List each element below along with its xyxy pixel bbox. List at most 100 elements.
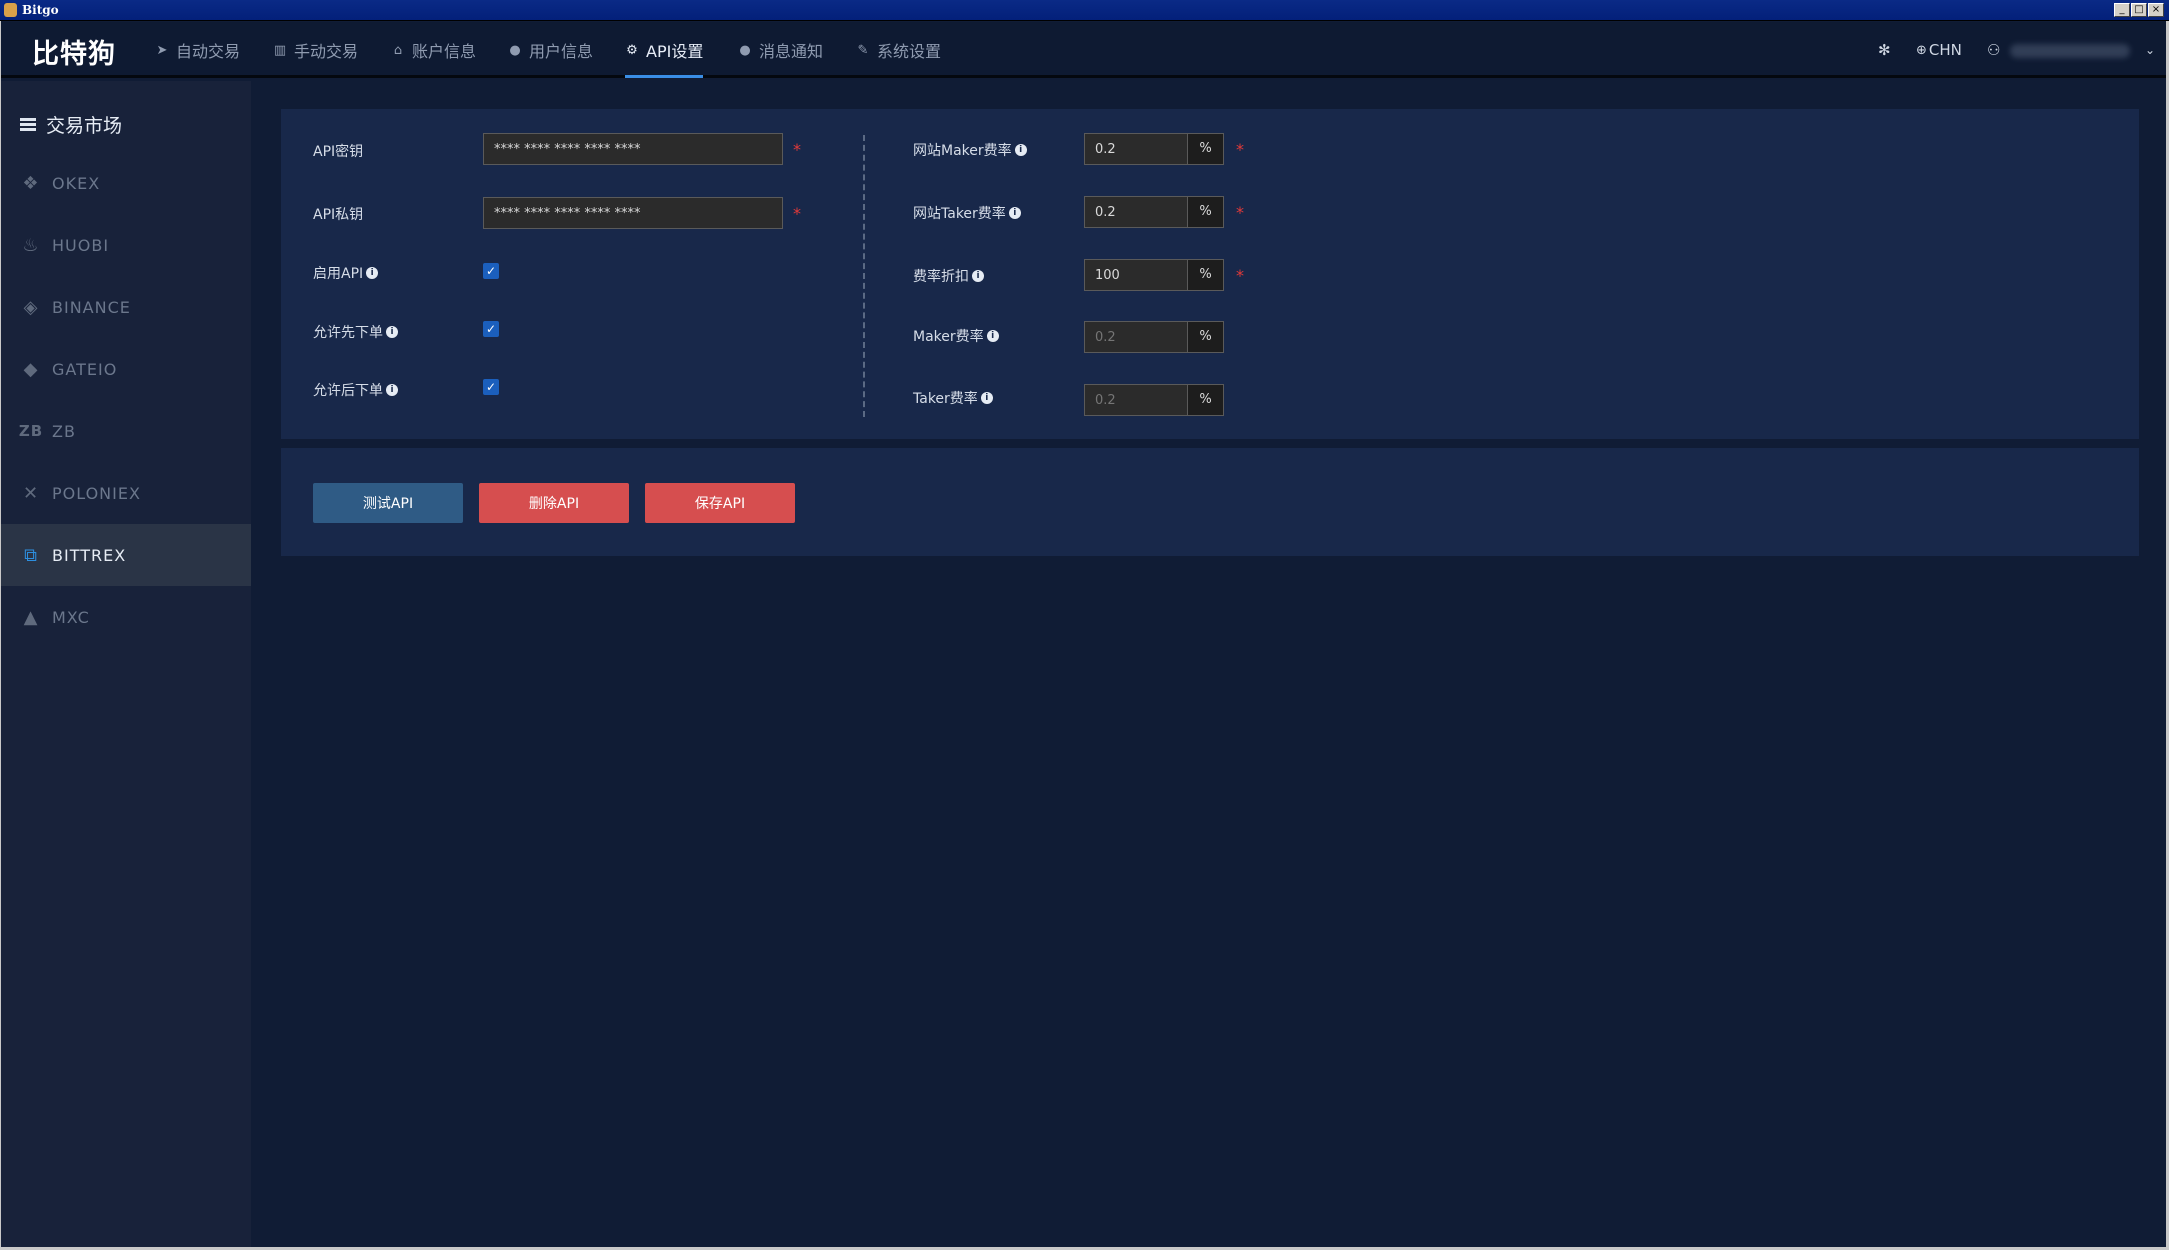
info-icon[interactable]: i xyxy=(972,270,984,282)
percent-addon: % xyxy=(1187,133,1224,165)
sidebar-title: 交易市场 xyxy=(46,115,123,137)
info-icon[interactable]: i xyxy=(986,330,999,342)
binance-icon: ◈ xyxy=(23,296,39,318)
allow-first-order-checkbox[interactable]: ✓ xyxy=(483,321,499,337)
chevron-down-icon: ⌄ xyxy=(2145,43,2156,57)
zb-icon: ZB xyxy=(18,422,44,440)
gear-icon: ✻ xyxy=(1878,41,1891,59)
required-mark: * xyxy=(1236,266,1244,285)
bittrex-icon: ⧉ xyxy=(24,544,38,566)
language-switch[interactable]: ⊕ CHN xyxy=(1916,22,1962,78)
nav-label: 系统设置 xyxy=(877,42,942,61)
sidebar-item-poloniex[interactable]: ✕ POLONIEX xyxy=(0,462,251,524)
sidebar-item-huobi[interactable]: ♨ HUOBI xyxy=(0,214,251,276)
nav-label: 自动交易 xyxy=(176,42,241,61)
user-icon: ● xyxy=(509,42,521,58)
panel-divider xyxy=(863,135,865,417)
settings-button[interactable]: ✻ xyxy=(1878,22,1891,78)
sidebar-item-mxc[interactable]: ▲ MXC xyxy=(0,586,251,648)
info-icon[interactable]: i xyxy=(980,392,993,404)
nav-auto-trade[interactable]: ➤ 自动交易 xyxy=(155,22,240,78)
account-dropdown[interactable]: ⌄ xyxy=(2145,22,2155,78)
site-maker-fee-input[interactable] xyxy=(1084,133,1188,165)
gears-icon: ⚙ xyxy=(626,42,638,58)
minimize-button[interactable]: _ xyxy=(2114,3,2130,17)
nav-label: 用户信息 xyxy=(529,42,594,61)
poloniex-icon: ✕ xyxy=(22,482,40,504)
percent-addon: % xyxy=(1187,259,1224,291)
nav-system-settings[interactable]: ✎ 系统设置 xyxy=(856,22,941,78)
sidebar-item-label: MXC xyxy=(52,607,90,627)
save-api-button[interactable]: 保存API xyxy=(645,483,795,523)
nav-label: 账户信息 xyxy=(412,42,477,61)
nav-label: 手动交易 xyxy=(294,42,359,61)
close-button[interactable]: × xyxy=(2148,3,2164,17)
mxc-icon: ▲ xyxy=(23,606,39,628)
sidebar-item-gateio[interactable]: ◆ GATEIO xyxy=(0,338,251,400)
required-mark: * xyxy=(793,204,801,223)
info-icon[interactable]: i xyxy=(366,267,379,279)
sidebar-item-label: BITTREX xyxy=(52,545,127,565)
site-taker-fee-input[interactable] xyxy=(1084,196,1188,228)
sidebar-item-binance[interactable]: ◈ BINANCE xyxy=(0,276,251,338)
maximize-button[interactable]: □ xyxy=(2131,3,2147,17)
info-icon[interactable]: i xyxy=(1014,144,1027,156)
percent-addon: % xyxy=(1187,321,1224,353)
info-icon[interactable]: i xyxy=(1008,207,1021,219)
user-icon: ⚇ xyxy=(1987,41,2001,59)
chat-icon: ● xyxy=(739,42,751,58)
wrench-icon: ✎ xyxy=(857,42,869,58)
enable-api-label: 启用API i xyxy=(313,263,379,283)
info-icon[interactable]: i xyxy=(386,326,398,338)
huobi-icon: ♨ xyxy=(22,234,40,256)
api-key-label: API密钥 xyxy=(313,144,364,160)
info-icon[interactable]: i xyxy=(386,384,398,396)
nav-label: 消息通知 xyxy=(759,42,824,61)
sidebar-item-zb[interactable]: ZB ZB xyxy=(0,400,251,462)
nav-manual-trade[interactable]: ▥ 手动交易 xyxy=(273,22,358,78)
sidebar-item-okex[interactable]: ❖ OKEX xyxy=(0,152,251,214)
account-name-redacted xyxy=(2010,44,2130,58)
app-icon xyxy=(4,3,17,17)
site-taker-fee-label: 网站Taker费率 i xyxy=(913,203,1021,223)
nav-api-settings[interactable]: ⚙ API设置 xyxy=(625,22,704,78)
api-secret-input[interactable] xyxy=(483,197,783,229)
nav-account-info[interactable]: ⌂ 账户信息 xyxy=(391,22,476,78)
top-navigation: 比特狗 ➤ 自动交易 ▥ 手动交易 ⌂ 账户信息 ● 用户信息 ⚙ API设置 … xyxy=(0,22,2169,78)
percent-addon: % xyxy=(1187,384,1224,416)
sidebar-header: 交易市场 xyxy=(20,111,122,138)
gateio-icon: ◆ xyxy=(23,358,39,380)
window-title: Bitgo xyxy=(22,3,59,17)
allow-later-order-label: 允许后下单 i xyxy=(313,380,398,400)
sidebar-item-bittrex[interactable]: ⧉ BITTREX xyxy=(0,524,251,586)
bank-icon: ⌂ xyxy=(393,42,403,58)
test-api-button[interactable]: 测试API xyxy=(313,483,463,523)
api-key-input[interactable] xyxy=(483,133,783,165)
allow-later-order-checkbox[interactable]: ✓ xyxy=(483,379,499,395)
sidebar-item-label: POLONIEX xyxy=(52,483,141,503)
sidebar: 交易市场 ❖ OKEX ♨ HUOBI ◈ BINANCE ◆ GATEIO Z… xyxy=(0,81,251,1250)
language-label: CHN xyxy=(1928,41,1962,59)
sidebar-item-label: BINANCE xyxy=(52,297,131,317)
sidebar-item-label: ZB xyxy=(52,421,76,441)
brand-logo[interactable]: 比特狗 xyxy=(32,32,116,71)
window-border xyxy=(0,21,1,1250)
taker-fee-input xyxy=(1084,384,1188,416)
maker-fee-label: Maker费率 i xyxy=(913,326,999,346)
globe-icon: ⊕ xyxy=(1916,42,1927,58)
menu-icon xyxy=(20,118,36,131)
sidebar-item-label: HUOBI xyxy=(52,235,110,255)
nav-notifications[interactable]: ● 消息通知 xyxy=(738,22,823,78)
enable-api-checkbox[interactable]: ✓ xyxy=(483,263,499,279)
required-mark: * xyxy=(1236,140,1244,159)
okex-icon: ❖ xyxy=(22,172,40,194)
required-mark: * xyxy=(793,140,801,159)
delete-api-button[interactable]: 删除API xyxy=(479,483,629,523)
site-maker-fee-label: 网站Maker费率 i xyxy=(913,140,1027,160)
account-menu[interactable]: ⚇ xyxy=(1987,22,2000,78)
os-title-bar: Bitgo _ □ × xyxy=(0,0,2169,21)
nav-label: API设置 xyxy=(646,42,704,61)
nav-user-info[interactable]: ● 用户信息 xyxy=(508,22,593,78)
taker-fee-label: Taker费率 i xyxy=(913,388,993,408)
fee-discount-input[interactable] xyxy=(1084,259,1188,291)
